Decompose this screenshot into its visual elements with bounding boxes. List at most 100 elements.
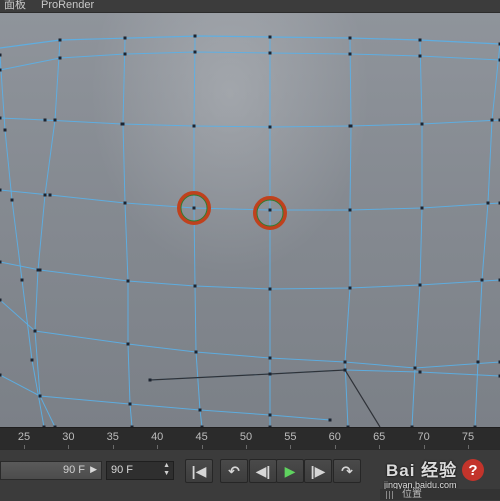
mesh-vertex (127, 343, 130, 346)
mesh-edge (0, 262, 500, 289)
previous-key-button[interactable]: ↶ (220, 459, 248, 483)
mesh-vertex (124, 202, 127, 205)
play-arrow-icon[interactable]: ▶ (90, 464, 97, 475)
mesh-vertex (0, 54, 2, 57)
mesh-vertex (34, 330, 37, 333)
mesh-vertex (269, 126, 272, 129)
play-button[interactable]: ▶ (276, 459, 304, 483)
mesh-vertex (37, 269, 40, 272)
mesh-vertex (124, 37, 127, 40)
mesh-vertex (21, 279, 24, 282)
3d-viewport[interactable] (0, 13, 500, 427)
stepper-icon[interactable]: ▲▼ (163, 462, 170, 478)
mesh-vertex (419, 55, 422, 58)
mesh-vertex (199, 409, 202, 412)
mesh-vertex (414, 367, 417, 370)
mesh-edge (0, 55, 44, 427)
mesh-vertex (344, 369, 347, 372)
mesh-vertex (349, 37, 352, 40)
mesh-vertex (269, 209, 272, 212)
mesh-vertex (349, 209, 352, 212)
mesh-vertex (421, 123, 424, 126)
grip-icon[interactable] (386, 491, 394, 499)
mesh-vertex (195, 351, 198, 354)
mesh-vertex (44, 194, 47, 197)
mesh-vertex (127, 280, 130, 283)
mesh-vertex (481, 279, 484, 282)
mesh-vertex (122, 123, 125, 126)
mesh-vertex (0, 299, 2, 302)
mesh-vertex (31, 359, 34, 362)
mesh-wireframe (0, 13, 500, 427)
mesh-vertex (194, 51, 197, 54)
timeline-tick-label: 65 (373, 431, 385, 443)
mesh-vertex (419, 284, 422, 287)
mesh-vertex (194, 35, 197, 38)
mesh-edge (123, 38, 132, 427)
mesh-vertex (193, 125, 196, 128)
mesh-vertex (59, 57, 62, 60)
mesh-vertex (419, 39, 422, 42)
step-back-button[interactable]: ◀| (249, 459, 277, 483)
timeline-tick-label: 40 (151, 431, 163, 443)
timeline-tick-label: 75 (462, 431, 474, 443)
mesh-vertex (4, 129, 7, 132)
timeline-tick-label: 35 (107, 431, 119, 443)
mesh-vertex (0, 261, 2, 264)
mesh-vertex (0, 69, 2, 72)
mesh-vertex (344, 361, 347, 364)
mesh-vertex (0, 374, 2, 377)
mesh-edge (35, 40, 60, 427)
mesh-edge (0, 190, 500, 210)
timeline-tick-label: 25 (18, 431, 30, 443)
mesh-vertex (477, 361, 480, 364)
mesh-vertex (491, 119, 494, 122)
next-key-button[interactable]: ↷ (333, 459, 361, 483)
timeline-tick-label: 55 (284, 431, 296, 443)
mesh-vertex (11, 199, 14, 202)
mesh-vertex (194, 285, 197, 288)
mesh-vertex (487, 202, 490, 205)
mesh-vertex (329, 419, 332, 422)
mesh-vertex (269, 36, 272, 39)
step-forward-button[interactable]: |▶ (304, 459, 332, 483)
go-to-start-button[interactable]: |◀ (185, 459, 213, 483)
mesh-vertex (349, 287, 352, 290)
mesh-vertex (421, 207, 424, 210)
mesh-edge (0, 36, 500, 48)
mesh-vertex (54, 119, 57, 122)
timeline-tick-label: 50 (240, 431, 252, 443)
mesh-vertex (129, 403, 132, 406)
start-frame-field[interactable]: 90 F ▶ (0, 461, 102, 480)
mesh-edge (0, 118, 500, 127)
mesh-vertex (350, 125, 353, 128)
end-frame-value: 90 F (111, 464, 133, 476)
menu-bar: 面板 ProRender (0, 0, 500, 13)
mesh-edge (194, 36, 202, 427)
mesh-vertex (59, 39, 62, 42)
timeline-tick-label: 60 (329, 431, 341, 443)
position-label: 位置 (402, 489, 422, 500)
mesh-vertex (149, 379, 152, 382)
mesh-vertex (124, 53, 127, 56)
end-frame-field[interactable]: 90 F ▲▼ (106, 461, 174, 480)
timeline-tick-label: 45 (195, 431, 207, 443)
mesh-vertex (269, 414, 272, 417)
watermark-brand: Bai 经验 (386, 456, 457, 481)
mesh-vertex (0, 189, 2, 192)
mesh-vertex (193, 207, 196, 210)
mesh-edge (0, 375, 330, 420)
menu-item-panel[interactable]: 面板 (4, 0, 26, 11)
menu-item-prorender[interactable]: ProRender (41, 0, 94, 11)
timeline-ruler[interactable]: 2530354045505560657075 (0, 427, 500, 450)
mesh-vertex (349, 53, 352, 56)
mesh-vertex (419, 371, 422, 374)
timeline-tick-label: 30 (62, 431, 74, 443)
mesh-vertex (269, 288, 272, 291)
start-frame-value: 90 F (63, 464, 85, 476)
mesh-vertex (269, 357, 272, 360)
coordinates-panel: 位置 (380, 489, 500, 500)
mesh-edge (0, 52, 500, 70)
mesh-vertex (39, 395, 42, 398)
mesh-vertex (0, 117, 2, 120)
